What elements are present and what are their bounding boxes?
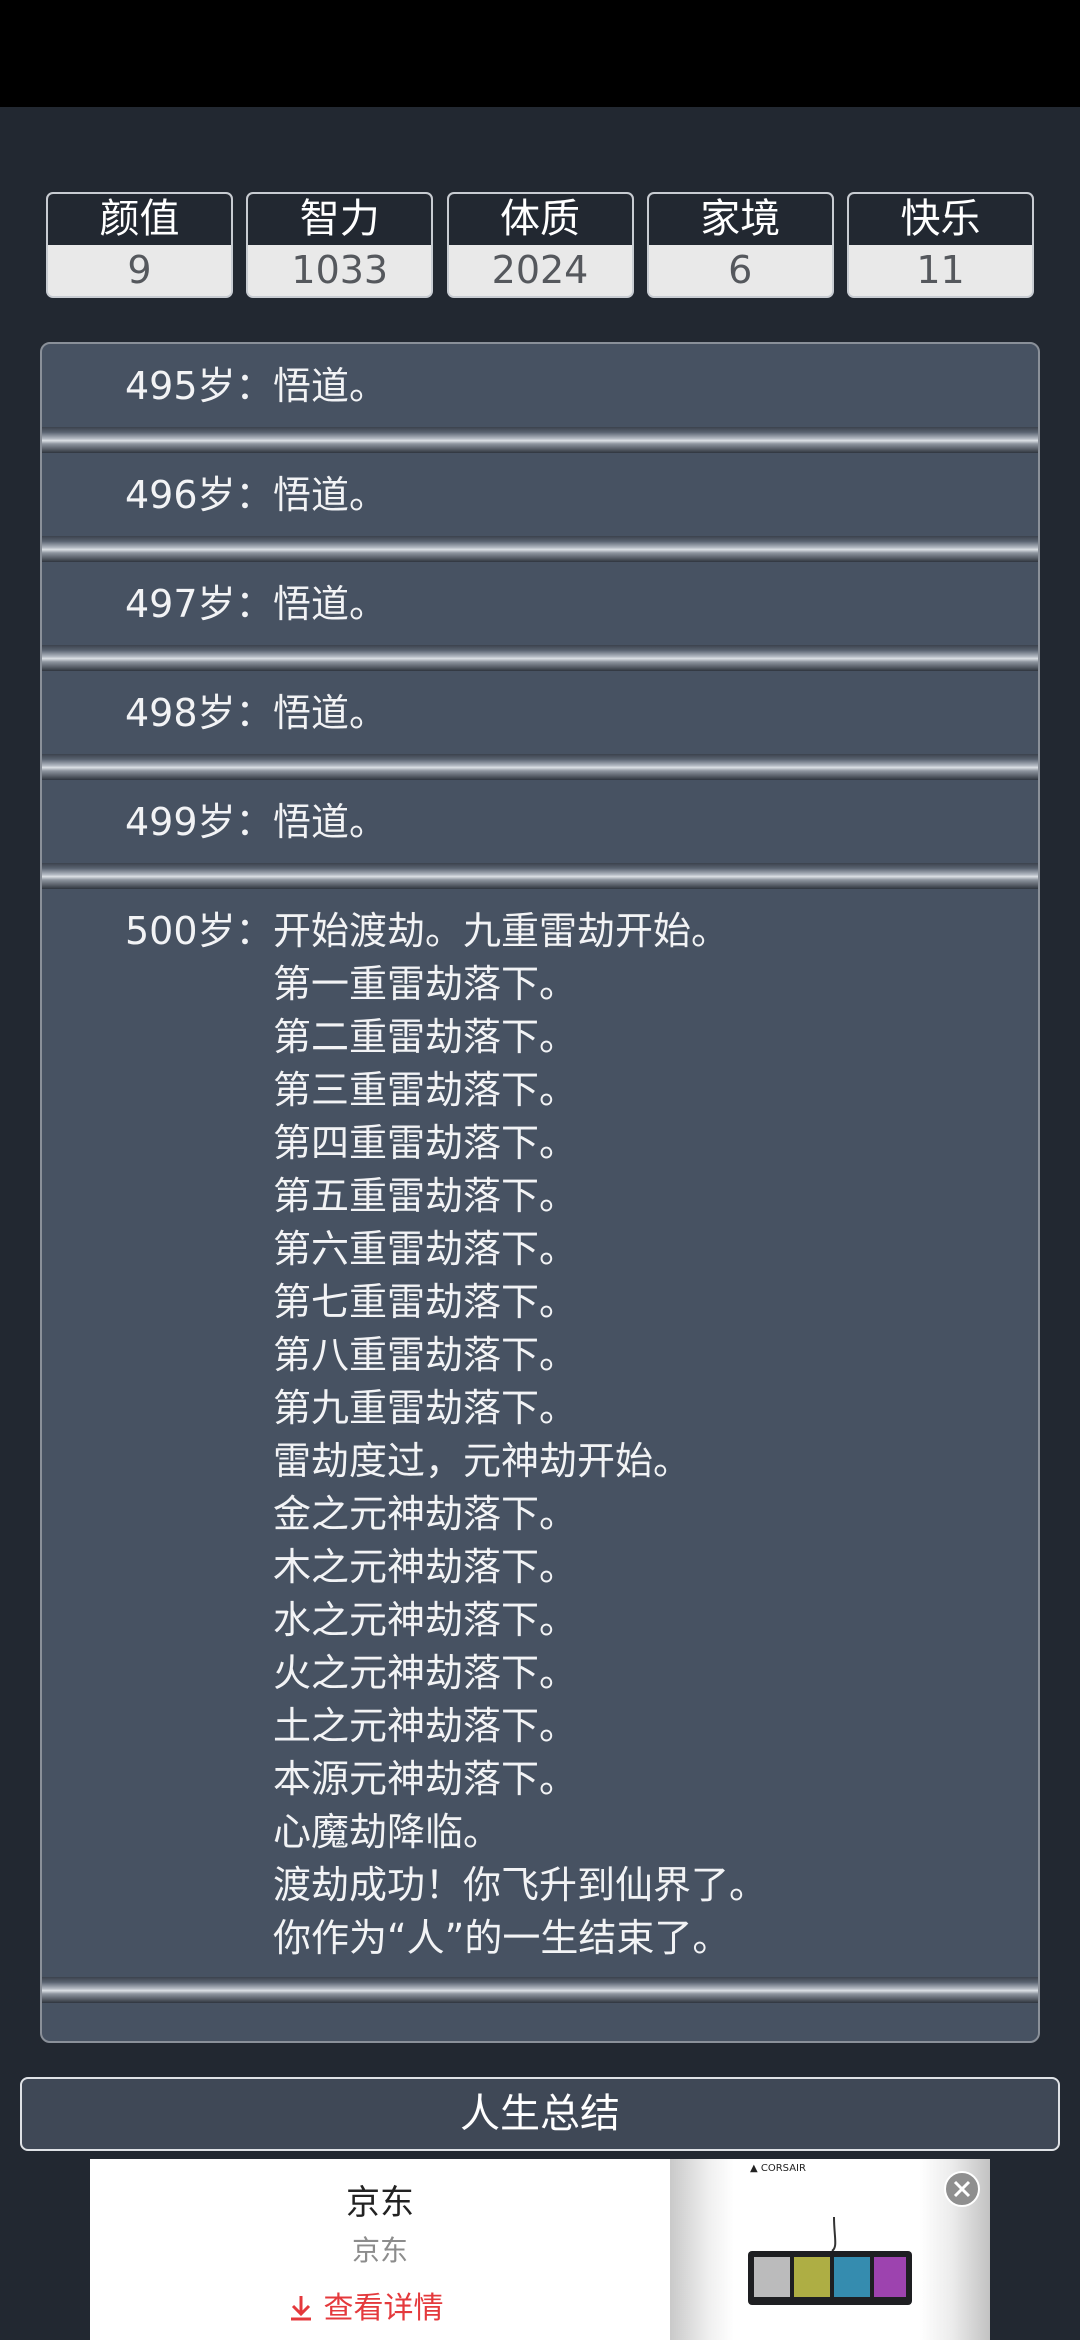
ad-close-button[interactable] [944,2171,980,2207]
entry-age: 497岁： [125,582,274,626]
event-line: 开始渡劫。九重雷劫开始。 [273,909,730,953]
stat-value: 9 [48,245,231,296]
timeline-entry: 495岁： 悟道。 [42,344,1038,453]
stat-value: 11 [849,245,1032,296]
event-line: 心魔劫降临。 [273,1810,502,1854]
brand-logo: ▲ CORSAIR [750,2163,806,2174]
entry-divider [42,645,1038,671]
entry-events: 悟道。 [273,360,1038,420]
entry-age: 495岁： [125,364,274,408]
close-icon [953,2180,971,2198]
entry-events: 悟道。 [273,796,1038,856]
timeline-entry: 497岁： 悟道。 [42,562,1038,671]
entry-age: 496岁： [125,473,274,517]
ad-details-link[interactable]: 查看详情 [288,2283,444,2327]
event-line: 金之元神劫落下。 [273,1492,578,1536]
event-line: 悟道。 [273,364,388,408]
event-line: 第七重雷劫落下。 [273,1280,578,1324]
ad-banner[interactable]: 京东 京东 查看详情 ▲ CORSAIR [90,2159,990,2340]
ad-product-image[interactable]: ▲ CORSAIR [670,2159,990,2340]
status-bar [0,0,1080,107]
attribute-panel: 颜值 9 智力 1033 体质 2024 家境 6 快乐 11 [46,192,1034,298]
event-line: 悟道。 [273,473,388,517]
entry-divider [42,754,1038,780]
entry-events: 悟道。 [273,687,1038,747]
stat-label: 体质 [448,194,632,245]
stat-label: 家境 [648,194,832,245]
event-line: 第八重雷劫落下。 [273,1333,578,1377]
life-summary-button[interactable]: 人生总结 [20,2077,1060,2151]
stat-family: 家境 6 [646,192,834,298]
stat-value: 6 [648,245,832,296]
event-line: 雷劫度过，元神劫开始。 [273,1439,692,1483]
life-timeline[interactable]: 495岁： 悟道。 496岁： 悟道。 497岁： 悟道。 498岁： 悟道。 499岁： 悟道。… [40,342,1040,2043]
entry-events: 悟道。 [273,578,1038,638]
event-line: 第六重雷劫落下。 [273,1227,578,1271]
entry-events: 悟道。 [273,469,1038,529]
event-line: 本源元神劫落下。 [273,1757,578,1801]
event-line: 水之元神劫落下。 [273,1598,578,1642]
download-arrow-icon [288,2291,324,2326]
timeline-entry: 496岁： 悟道。 [42,453,1038,562]
timeline-entry: 499岁： 悟道。 [42,780,1038,889]
event-line: 第二重雷劫落下。 [273,1015,578,1059]
ad-details-label: 查看详情 [323,2291,444,2326]
entry-age: 500岁： [125,909,274,953]
event-line: 火之元神劫落下。 [273,1651,578,1695]
event-line: 第一重雷劫落下。 [273,962,578,1006]
entry-events: 开始渡劫。九重雷劫开始。 第一重雷劫落下。 第二重雷劫落下。 第三重雷劫落下。 第四重雷… [273,905,1038,1965]
keyboard-image [748,2217,912,2305]
timeline-entry: 498岁： 悟道。 [42,671,1038,780]
stat-label: 智力 [248,194,432,245]
event-line: 悟道。 [273,800,388,844]
entry-age: 498岁： [125,691,274,735]
entry-divider [42,863,1038,889]
stat-happiness: 快乐 11 [847,192,1034,298]
stat-intelligence: 智力 1033 [246,192,434,298]
event-line: 你作为“人”的一生结束了。 [273,1916,731,1960]
event-line: 第五重雷劫落下。 [273,1174,578,1218]
timeline-entry: 500岁： 开始渡劫。九重雷劫开始。 第一重雷劫落下。 第二重雷劫落下。 第三重雷劫落下… [42,889,1038,2003]
ad-title: 京东 [346,2183,414,2223]
event-line: 悟道。 [273,582,388,626]
entry-divider [42,1977,1038,2003]
stat-label: 颜值 [48,194,231,245]
event-line: 渡劫成功！你飞升到仙界了。 [273,1863,768,1907]
entry-divider [42,427,1038,453]
stat-label: 快乐 [849,194,1032,245]
stat-constitution: 体质 2024 [446,192,634,298]
event-line: 悟道。 [273,691,388,735]
entry-divider [42,536,1038,562]
event-line: 第四重雷劫落下。 [273,1121,578,1165]
event-line: 木之元神劫落下。 [273,1545,578,1589]
event-line: 土之元神劫落下。 [273,1704,578,1748]
stat-value: 2024 [448,245,632,296]
stat-value: 1033 [248,245,432,296]
event-line: 第三重雷劫落下。 [273,1068,578,1112]
event-line: 第九重雷劫落下。 [273,1386,578,1430]
entry-age: 499岁： [125,800,274,844]
ad-subtitle: 京东 [351,2234,408,2267]
stat-appearance: 颜值 9 [46,192,233,298]
